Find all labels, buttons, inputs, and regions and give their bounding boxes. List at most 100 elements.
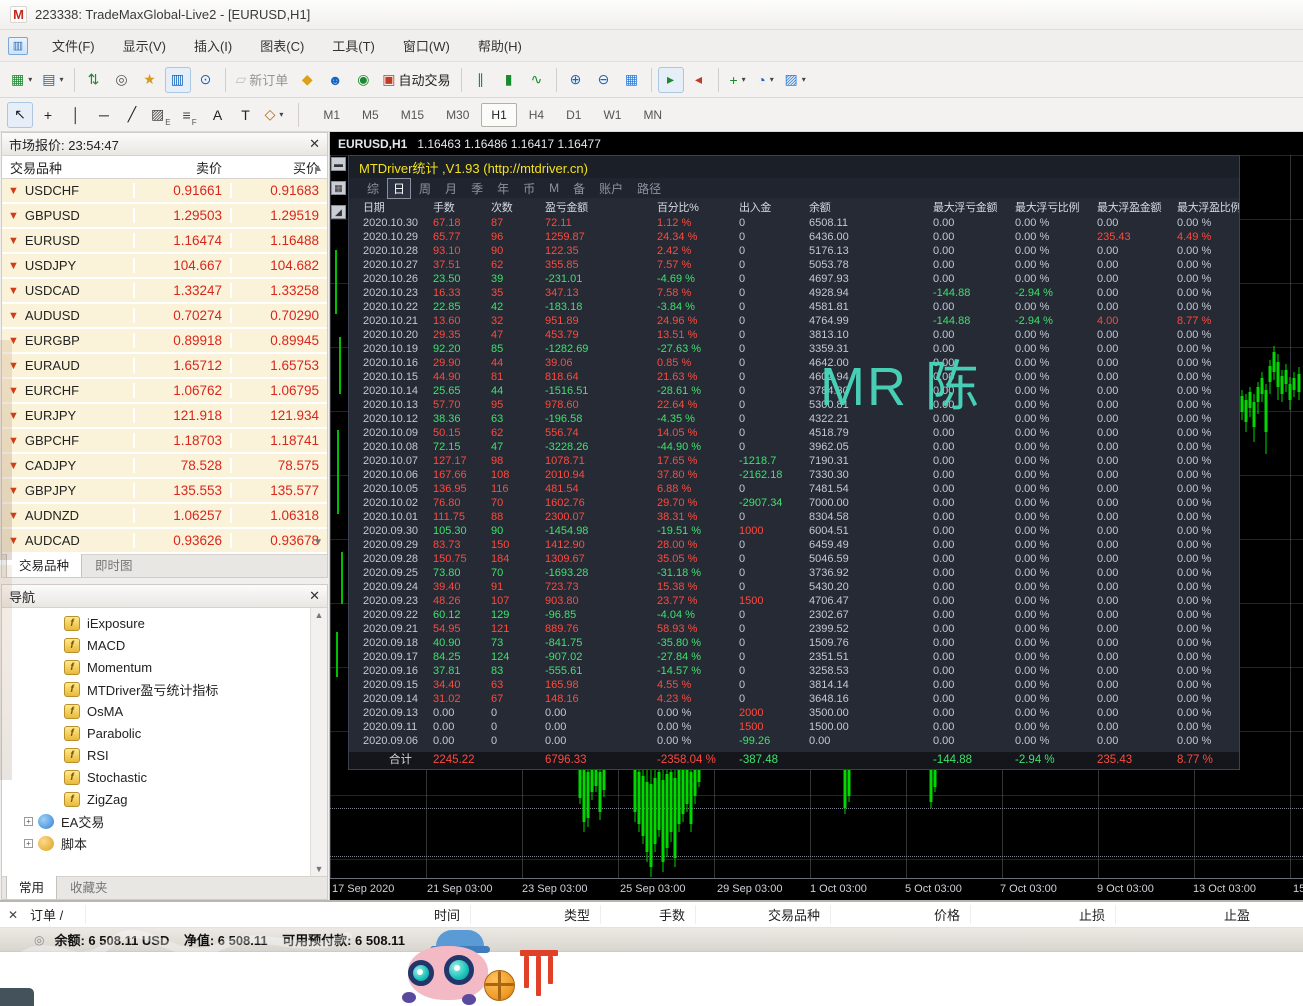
market-watch-tab-交易品种[interactable]: 交易品种 xyxy=(6,551,83,577)
menu-显示V[interactable]: 显示(V) xyxy=(109,31,180,60)
stats-tab-年[interactable]: 年 xyxy=(491,178,515,199)
timeframe-w1[interactable]: W1 xyxy=(593,103,631,127)
timeframe-m30[interactable]: M30 xyxy=(436,103,479,127)
quote-row-gbpusd[interactable]: ▼ GBPUSD 1.29503 1.29519 xyxy=(2,204,327,229)
menu-帮助H[interactable]: 帮助(H) xyxy=(464,31,536,60)
quote-row-eurjpy[interactable]: ▼ EURJPY 121.918 121.934 xyxy=(2,404,327,429)
terminal-column-6[interactable]: 止损 xyxy=(970,905,1115,924)
templates-menu-button[interactable]: ▨ ▾ xyxy=(781,67,810,93)
panel-curve-icon[interactable]: ◢ xyxy=(331,205,346,219)
close-icon[interactable]: ✕ xyxy=(309,588,320,604)
stats-tab-路径[interactable]: 路径 xyxy=(631,178,667,199)
chart-shift-button[interactable]: ◂ xyxy=(686,67,712,93)
community-button[interactable]: ☻ xyxy=(322,67,348,93)
stats-tab-周[interactable]: 周 xyxy=(413,178,437,199)
channel-button[interactable]: ▨ E xyxy=(147,102,175,128)
navigator-indicator-Parabolic[interactable]: f Parabolic xyxy=(2,722,327,744)
dropdown-arrow-icon[interactable]: ▾ xyxy=(28,75,32,84)
bar-chart-button[interactable]: ∥ xyxy=(468,67,494,93)
quote-row-eurchf[interactable]: ▼ EURCHF 1.06762 1.06795 xyxy=(2,379,327,404)
navigator-indicator-ZigZag[interactable]: f ZigZag xyxy=(2,788,327,810)
timeframe-mn[interactable]: MN xyxy=(633,103,672,127)
dropdown-arrow-icon[interactable]: ▾ xyxy=(802,75,806,84)
data-window-button[interactable]: ▥ xyxy=(164,66,191,93)
quote-row-audusd[interactable]: ▼ AUDUSD 0.70274 0.70290 xyxy=(2,304,327,329)
quote-row-usdchf[interactable]: ▼ USDCHF 0.91661 0.91683 xyxy=(2,179,327,204)
quote-row-euraud[interactable]: ▼ EURAUD 1.65712 1.65753 xyxy=(2,354,327,379)
candlestick-button[interactable]: ▮ xyxy=(496,67,522,93)
line-chart-button[interactable]: ∿ xyxy=(524,67,550,93)
timeframe-d1[interactable]: D1 xyxy=(556,103,591,127)
menu-文件F[interactable]: 文件(F) xyxy=(38,31,109,60)
new-chart-button[interactable]: ▦ ▾ xyxy=(7,67,36,93)
autoscroll-button[interactable]: ▸ xyxy=(657,66,684,93)
navigator-indicator-RSI[interactable]: f RSI xyxy=(2,744,327,766)
text-button[interactable]: A xyxy=(205,102,231,128)
collapse-panel-icon[interactable]: ▬ xyxy=(331,157,346,171)
terminal-column-4[interactable]: 交易品种 xyxy=(695,905,830,924)
strategy-tester-button[interactable]: ⊙ xyxy=(193,67,219,93)
terminal-column-7[interactable]: 止盈 xyxy=(1115,905,1260,924)
crosshair-target-button[interactable]: ◎ xyxy=(109,67,135,93)
menu-插入I[interactable]: 插入(I) xyxy=(180,31,246,60)
quote-row-audcad[interactable]: ▼ AUDCAD 0.93626 0.93678 xyxy=(2,529,327,554)
trendline-button[interactable]: ╱ xyxy=(119,102,145,128)
text-label-button[interactable]: T xyxy=(233,102,259,128)
stats-tab-M[interactable]: M xyxy=(543,179,565,197)
navigator-group-脚本[interactable]: + 脚本 xyxy=(2,832,327,854)
connectivity-button[interactable]: ◉ xyxy=(350,67,376,93)
terminal-column-3[interactable]: 手数 xyxy=(600,905,695,924)
navigator-indicator-OsMA[interactable]: f OsMA xyxy=(2,700,327,722)
metaeditor-button[interactable]: ◆ xyxy=(294,67,320,93)
stats-tab-备[interactable]: 备 xyxy=(567,178,591,199)
zoom-in-button[interactable]: ⊕ xyxy=(563,67,589,93)
stats-tab-月[interactable]: 月 xyxy=(439,178,463,199)
arrows-button[interactable]: ◇ ▾ xyxy=(261,102,288,128)
navigator-tab-收藏夹[interactable]: 收藏夹 xyxy=(57,873,121,899)
periods-menu-button[interactable]: ◔ ▾ xyxy=(753,67,779,93)
favorites-button[interactable]: ★ xyxy=(137,67,163,93)
expand-icon[interactable]: + xyxy=(24,816,33,826)
stats-tab-日[interactable]: 日 xyxy=(387,177,412,199)
panel-chart-icon[interactable]: ▦ xyxy=(331,181,346,195)
navigator-indicator-iExposure[interactable]: f iExposure xyxy=(2,612,327,634)
profiles-button[interactable]: ▤ ▾ xyxy=(38,67,67,93)
crosshair-button[interactable]: + xyxy=(35,102,61,128)
navigator-indicator-Momentum[interactable]: f Momentum xyxy=(2,656,327,678)
menu-窗口W[interactable]: 窗口(W) xyxy=(389,31,464,60)
vertical-line-button[interactable]: │ xyxy=(63,102,89,128)
scroll-down-icon[interactable]: ▼ xyxy=(313,537,323,548)
navigator-indicator-Stochastic[interactable]: f Stochastic xyxy=(2,766,327,788)
scroll-up-icon[interactable]: ▲ xyxy=(313,163,323,174)
quote-row-gbpchf[interactable]: ▼ GBPCHF 1.18703 1.18741 xyxy=(2,429,327,454)
terminal-column-2[interactable]: 类型 xyxy=(470,905,600,924)
close-icon[interactable]: ✕ xyxy=(309,136,320,152)
expand-icon[interactable]: + xyxy=(24,838,33,848)
navigator-tab-常用[interactable]: 常用 xyxy=(6,873,58,899)
quote-row-gbpjpy[interactable]: ▼ GBPJPY 135.553 135.577 xyxy=(2,479,327,504)
navigator-scrollbar[interactable]: ▲ ▼ xyxy=(310,608,327,876)
stats-tab-币[interactable]: 币 xyxy=(517,178,541,199)
timeframe-m5[interactable]: M5 xyxy=(352,103,389,127)
navigator-indicator-MTDriver盈亏统计指标[interactable]: f MTDriver盈亏统计指标 xyxy=(2,678,327,700)
autotrading-button[interactable]: ▣ 自动交易 xyxy=(378,67,454,93)
dropdown-arrow-icon[interactable]: ▾ xyxy=(742,75,746,84)
menu-图表C[interactable]: 图表(C) xyxy=(246,31,318,60)
new-order-button[interactable]: ▱ 新订单 xyxy=(232,67,293,93)
quote-row-audnzd[interactable]: ▼ AUDNZD 1.06257 1.06318 xyxy=(2,504,327,529)
navigator-indicator-MACD[interactable]: f MACD xyxy=(2,634,327,656)
stats-tab-综[interactable]: 综 xyxy=(361,178,385,199)
quote-row-usdjpy[interactable]: ▼ USDJPY 104.667 104.682 xyxy=(2,254,327,279)
dropdown-arrow-icon[interactable]: ▾ xyxy=(279,110,283,119)
dropdown-arrow-icon[interactable]: ▾ xyxy=(770,75,774,84)
zoom-out-button[interactable]: ⊖ xyxy=(591,67,617,93)
chart-area[interactable]: EURUSD,H1 1.16463 1.16486 1.16417 1.1647… xyxy=(330,132,1303,900)
tick-chart-button[interactable]: ⇅ xyxy=(81,67,107,93)
quote-row-eurgbp[interactable]: ▼ EURGBP 0.89918 0.89945 xyxy=(2,329,327,354)
cursor-button[interactable]: ↖ xyxy=(7,101,33,128)
fibonacci-button[interactable]: ≡ F xyxy=(177,102,203,128)
quote-row-usdcad[interactable]: ▼ USDCAD 1.33247 1.33258 xyxy=(2,279,327,304)
horizontal-line-button[interactable]: ─ xyxy=(91,102,117,128)
navigator-group-EA交易[interactable]: + EA交易 xyxy=(2,810,327,832)
scroll-down-icon[interactable]: ▼ xyxy=(315,864,324,874)
